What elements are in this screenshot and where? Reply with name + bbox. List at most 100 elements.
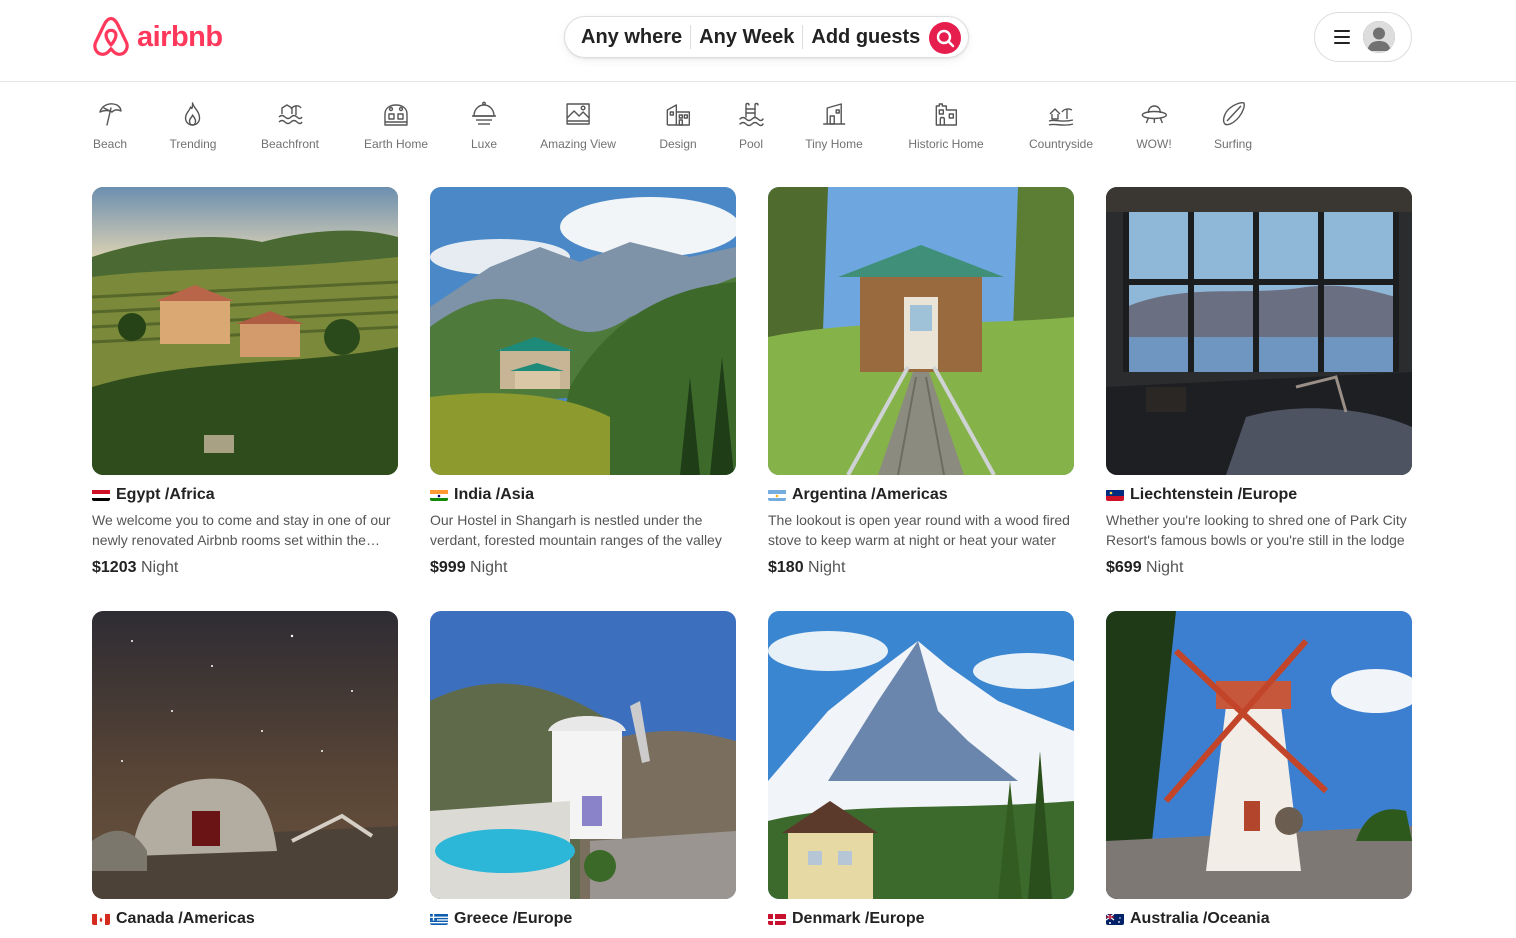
category-label: Tiny Home [805,137,863,151]
airbnb-logo-icon [93,16,129,56]
pool-icon [739,102,764,127]
listing-title-text: Argentina /Americas [792,486,948,503]
denmark-flag-icon [768,913,786,925]
search-divider [690,25,692,49]
category-label: Amazing View [540,137,616,151]
search-divider [802,25,804,49]
listing-title[interactable]: Australia /Oceania [1106,910,1412,928]
listing-photo[interactable] [92,187,398,475]
price-unit: Night [808,559,846,576]
category-label: Beachfront [260,137,320,151]
price-amount: $999 [430,559,466,576]
category-label: Historic Home [908,137,984,151]
canada-flag-icon [92,913,110,925]
design-icon [666,104,690,126]
umbrella-icon [99,103,122,126]
category-label: Design [659,137,697,151]
price-unit: Night [1146,559,1184,576]
view-icon [566,103,590,125]
listing-description: Our Hostel in Shangarh is nestled under … [430,512,722,548]
flame-icon [185,102,201,126]
listing-photo[interactable] [768,611,1074,899]
search-bar[interactable]: Any where Any Week Add guests [564,16,969,58]
listing-card[interactable]: Australia /Oceania [1106,611,1412,928]
listing-title[interactable]: Liechtenstein /Europe [1106,486,1412,504]
listing-title-text: Liechtenstein /Europe [1130,486,1298,503]
australia-flag-icon [1106,913,1124,925]
user-menu-button[interactable] [1314,12,1412,62]
category-pool[interactable]: Pool [737,100,765,151]
historic-home-icon [935,103,957,126]
ufo-icon [1141,105,1167,124]
category-label: Luxe [470,137,498,151]
listing-card[interactable]: India /Asia Our Hostel in Shangarh is ne… [430,187,736,577]
category-label: Countryside [1028,137,1094,151]
listing-title-text: Egypt /Africa [116,486,215,503]
listing-photo[interactable] [768,187,1074,475]
listing-title[interactable]: India /Asia [430,486,736,504]
greece-flag-icon [430,913,448,925]
listing-photo[interactable] [430,187,736,475]
category-label: WOW! [1136,137,1172,151]
listing-title-text: India /Asia [454,486,535,503]
argentina-flag-icon [768,489,786,501]
listing-photo[interactable] [430,611,736,899]
listing-card[interactable]: Greece /Europe [430,611,736,928]
listing-card[interactable]: Canada /Americas [92,611,398,928]
listing-title[interactable]: Denmark /Europe [768,910,1074,928]
earth-home-icon [384,104,408,126]
beachfront-icon [278,104,303,125]
listing-card[interactable]: Egypt /Africa We welcome you to come and… [92,187,398,577]
airbnb-logo[interactable]: airbnb [91,16,223,58]
listing-title-text: Denmark /Europe [792,910,925,927]
category-label: Earth Home [363,137,429,151]
listing-title[interactable]: Argentina /Americas [768,486,1074,504]
tiny-home-icon [822,103,845,125]
category-countryside[interactable]: Countryside [1029,100,1093,151]
price-amount: $180 [768,559,804,576]
listing-title[interactable]: Canada /Americas [92,910,398,928]
category-design[interactable]: Design [659,100,697,151]
brand-name: airbnb [137,20,223,53]
listing-card[interactable]: Denmark /Europe [768,611,1074,928]
category-amazing-view[interactable]: Amazing View [540,100,616,151]
listing-card[interactable]: Argentina /Americas The lookout is open … [768,187,1074,577]
hamburger-icon [1334,30,1350,44]
category-earth-home[interactable]: Earth Home [364,100,428,151]
category-trending[interactable]: Trending [169,100,217,151]
listing-title[interactable]: Greece /Europe [430,910,736,928]
listing-price: $180 Night [768,559,1074,577]
listing-price: $999 Night [430,559,736,577]
top-header: airbnb Any where Any Week Add guests [0,0,1516,82]
user-avatar-icon [1363,21,1395,53]
listing-photo[interactable] [1106,187,1412,475]
india-flag-icon [430,489,448,501]
category-label: Trending [169,137,217,151]
listing-photo[interactable] [92,611,398,899]
price-unit: Night [470,559,508,576]
listing-card[interactable]: Liechtenstein /Europe Whether you're loo… [1106,187,1412,577]
listing-title[interactable]: Egypt /Africa [92,486,398,504]
category-historic-home[interactable]: Historic Home [908,100,984,151]
search-who[interactable]: Add guests [811,26,920,49]
listing-price: $699 Night [1106,559,1412,577]
listing-description: Whether you're looking to shred one of P… [1106,512,1407,548]
category-label: Beach [92,137,128,151]
listing-photo[interactable] [1106,611,1412,899]
search-where[interactable]: Any where [581,26,682,49]
surfboard-icon [1222,102,1245,126]
category-tiny-home[interactable]: Tiny Home [805,100,863,151]
category-beachfront[interactable]: Beachfront [261,100,319,151]
listing-title-text: Australia /Oceania [1130,910,1270,927]
category-luxe[interactable]: Luxe [470,100,498,151]
category-label: Pool [738,137,764,151]
listing-description: The lookout is open year round with a wo… [768,512,1070,548]
listing-title-text: Greece /Europe [454,910,573,927]
category-wow[interactable]: WOW! [1136,100,1172,151]
category-beach[interactable]: Beach [93,100,127,151]
price-amount: $1203 [92,559,137,576]
category-surfing[interactable]: Surfing [1214,100,1252,151]
search-button[interactable] [929,22,961,54]
search-when[interactable]: Any Week [699,26,794,49]
countryside-icon [1048,108,1074,126]
